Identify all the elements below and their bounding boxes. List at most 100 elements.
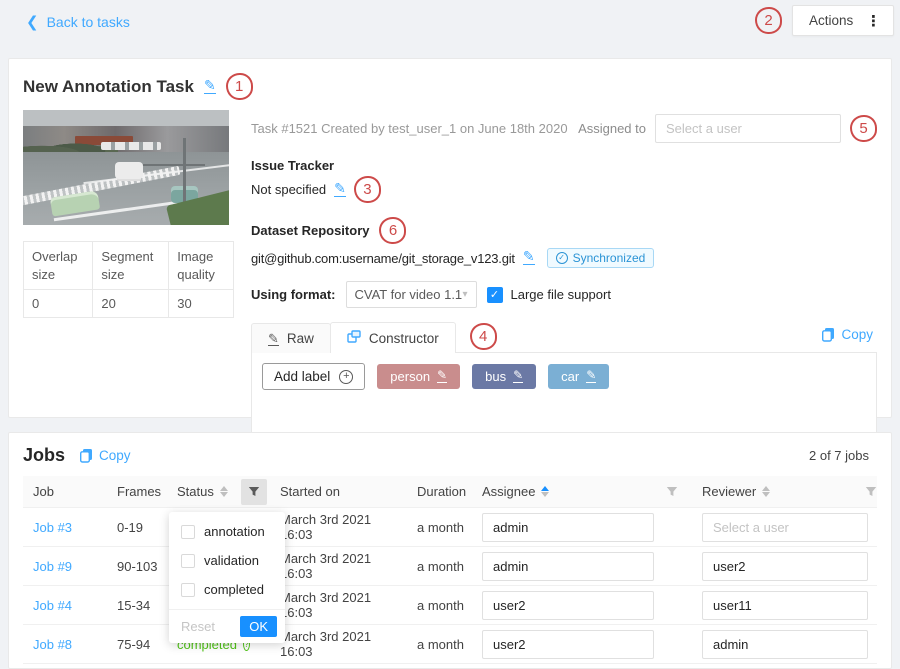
add-label-button[interactable]: Add label +: [262, 363, 365, 390]
raw-pencil-icon: ✎: [268, 332, 279, 346]
copy-icon: [79, 448, 93, 463]
synchronized-badge[interactable]: ✓ Synchronized: [547, 248, 655, 268]
job-link[interactable]: Job #8: [23, 637, 107, 652]
table-row: Job #8 75-94 completed ? March 3rd 2021 …: [23, 625, 877, 664]
label-chip-person[interactable]: person ✎: [377, 364, 460, 389]
job-link[interactable]: Job #4: [23, 598, 107, 613]
back-to-tasks-label: Back to tasks: [47, 14, 130, 30]
assigned-to-input[interactable]: [655, 114, 841, 143]
checkbox-unchecked-icon[interactable]: [181, 525, 195, 539]
reviewer-input[interactable]: [702, 591, 868, 620]
reviewer-sorter-icon[interactable]: [762, 486, 770, 497]
param-header-segment: Segment size: [93, 242, 169, 290]
edit-label-bus-icon[interactable]: ✎: [513, 369, 523, 383]
assignee-input[interactable]: [482, 513, 654, 542]
actions-button[interactable]: Actions ⋮: [792, 5, 894, 36]
add-label-text: Add label: [274, 369, 330, 384]
checkbox-checked-icon: ✓: [487, 287, 503, 303]
reviewer-input[interactable]: [702, 513, 868, 542]
format-select[interactable]: CVAT for video 1.1 ▾: [346, 281, 477, 308]
filter-reset-button[interactable]: Reset: [177, 617, 219, 636]
assignee-filter-icon[interactable]: [659, 479, 685, 505]
repository-url: git@github.com:username/git_storage_v123…: [251, 251, 515, 266]
back-arrow-icon: ❮: [26, 13, 39, 31]
param-value-segment: 20: [93, 290, 169, 318]
tab-raw[interactable]: ✎ Raw: [251, 323, 331, 353]
job-frames: 0-19: [107, 520, 167, 535]
tab-raw-label: Raw: [287, 331, 314, 346]
synchronized-badge-label: Synchronized: [573, 251, 646, 265]
filter-option-label: annotation: [204, 524, 265, 539]
labels-copy-label: Copy: [841, 327, 873, 342]
job-duration: a month: [407, 520, 472, 535]
column-duration: Duration: [407, 484, 472, 499]
large-file-support-checkbox[interactable]: ✓ Large file support: [487, 287, 611, 303]
label-chip-bus[interactable]: bus ✎: [472, 364, 536, 389]
param-header-quality: Image quality: [169, 242, 234, 290]
kebab-menu-icon: ⋮: [866, 12, 881, 30]
copy-icon: [821, 327, 835, 342]
tab-constructor[interactable]: Constructor: [330, 322, 456, 353]
checkbox-unchecked-icon[interactable]: [181, 554, 195, 568]
assigned-to-label: Assigned to: [578, 121, 646, 136]
table-row: Job #4 15-34 March 3rd 2021 16:03 a mont…: [23, 586, 877, 625]
job-started: March 3rd 2021 16:03: [270, 629, 407, 659]
status-filter-dropdown: annotation validation completed Reset OK: [169, 512, 285, 643]
jobs-copy-label: Copy: [99, 448, 131, 463]
back-to-tasks-link[interactable]: ❮ Back to tasks: [26, 13, 130, 31]
edit-label-person-icon[interactable]: ✎: [437, 369, 447, 383]
filter-option-completed[interactable]: completed: [169, 575, 285, 604]
chevron-down-icon: ▾: [462, 289, 467, 300]
job-link[interactable]: Job #9: [23, 559, 107, 574]
job-duration: a month: [407, 598, 472, 613]
assignee-input[interactable]: [482, 552, 654, 581]
labels-copy-button[interactable]: Copy: [821, 327, 873, 342]
job-frames: 90-103: [107, 559, 167, 574]
top-bar: ❮ Back to tasks 2 Actions ⋮: [0, 0, 900, 58]
job-frames: 15-34: [107, 598, 167, 613]
label-chip-bus-text: bus: [485, 369, 506, 384]
assignee-input[interactable]: [482, 630, 654, 659]
annotation-circle-6: 6: [379, 217, 406, 244]
job-link[interactable]: Job #3: [23, 520, 107, 535]
issue-tracker-label: Issue Tracker: [251, 158, 877, 173]
status-filter-icon[interactable]: [241, 479, 267, 505]
jobs-title: Jobs: [23, 445, 65, 466]
column-status[interactable]: Status: [167, 484, 237, 499]
assignee-sorter-icon[interactable]: [541, 486, 549, 497]
table-row: Job #9 90-103 March 3rd 2021 16:03 a mon…: [23, 547, 877, 586]
status-sorter-icon[interactable]: [220, 486, 228, 497]
checkbox-unchecked-icon[interactable]: [181, 583, 195, 597]
reviewer-input[interactable]: [702, 630, 868, 659]
task-detail-card: New Annotation Task ✎ 1: [8, 58, 892, 418]
filter-option-annotation[interactable]: annotation: [169, 517, 285, 546]
column-frames: Frames: [107, 484, 167, 499]
edit-issue-tracker-icon[interactable]: ✎: [334, 181, 346, 197]
jobs-copy-button[interactable]: Copy: [79, 448, 131, 463]
filter-option-label: completed: [204, 582, 264, 597]
filter-ok-button[interactable]: OK: [240, 616, 277, 637]
param-header-overlap: Overlap size: [24, 242, 93, 290]
job-frames: 75-94: [107, 637, 167, 652]
column-assignee[interactable]: Assignee: [472, 484, 652, 499]
assignee-input[interactable]: [482, 591, 654, 620]
format-select-value: CVAT for video 1.1: [355, 287, 463, 302]
label-chip-car[interactable]: car ✎: [548, 364, 609, 389]
filter-option-validation[interactable]: validation: [169, 546, 285, 575]
jobs-table: Job Frames Status Started on Duration As…: [23, 476, 877, 664]
column-started-on: Started on: [270, 484, 407, 499]
reviewer-input[interactable]: [702, 552, 868, 581]
task-preview-image: [23, 110, 229, 225]
cvat-task-page: ❮ Back to tasks 2 Actions ⋮ New Annotati…: [0, 0, 900, 669]
actions-button-label: Actions: [809, 13, 853, 28]
edit-repository-icon[interactable]: ✎: [523, 249, 535, 265]
task-title: New Annotation Task: [23, 77, 194, 97]
column-reviewer-label: Reviewer: [702, 484, 756, 499]
reviewer-filter-icon[interactable]: [858, 479, 884, 505]
using-format-label: Using format:: [251, 287, 336, 302]
edit-label-car-icon[interactable]: ✎: [586, 369, 596, 383]
tab-constructor-label: Constructor: [369, 331, 439, 346]
edit-title-icon[interactable]: ✎: [204, 78, 216, 94]
annotation-circle-1: 1: [226, 73, 253, 100]
column-reviewer[interactable]: Reviewer: [692, 484, 858, 499]
